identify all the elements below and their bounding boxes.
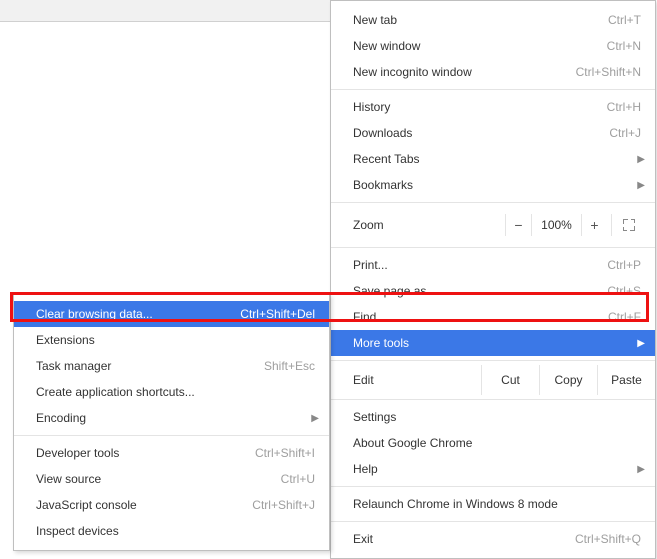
menu-more-tools[interactable]: More tools ▶ <box>331 330 655 356</box>
shortcut: Ctrl+U <box>281 472 315 486</box>
shortcut: Ctrl+F <box>608 310 641 324</box>
menu-exit[interactable]: Exit Ctrl+Shift+Q <box>331 526 655 552</box>
label: View source <box>36 472 281 486</box>
submenu-task-manager[interactable]: Task manager Shift+Esc <box>14 353 329 379</box>
shortcut: Ctrl+Shift+J <box>252 498 315 512</box>
label: Relaunch Chrome in Windows 8 mode <box>353 497 641 511</box>
separator <box>331 89 655 90</box>
shortcut: Ctrl+Shift+N <box>576 65 641 79</box>
menu-new-tab[interactable]: New tab Ctrl+T <box>331 7 655 33</box>
menu-recent-tabs[interactable]: Recent Tabs ▶ <box>331 146 655 172</box>
submenu-arrow-icon: ▶ <box>637 180 645 191</box>
zoom-label: Zoom <box>353 218 505 232</box>
menu-new-window[interactable]: New window Ctrl+N <box>331 33 655 59</box>
shortcut: Ctrl+Shift+Q <box>575 532 641 546</box>
paste-button[interactable]: Paste <box>597 365 655 395</box>
menu-bookmarks[interactable]: Bookmarks ▶ <box>331 172 655 198</box>
menu-new-incognito[interactable]: New incognito window Ctrl+Shift+N <box>331 59 655 85</box>
label: Exit <box>353 532 575 546</box>
label: Create application shortcuts... <box>36 385 315 399</box>
label: Settings <box>353 410 641 424</box>
label: Task manager <box>36 359 264 373</box>
zoom-out-button[interactable]: − <box>505 214 531 236</box>
menu-save-as[interactable]: Save page as... Ctrl+S <box>331 278 655 304</box>
more-tools-submenu: Clear browsing data... Ctrl+Shift+Del Ex… <box>13 294 330 551</box>
menu-relaunch-win8[interactable]: Relaunch Chrome in Windows 8 mode <box>331 491 655 517</box>
shortcut: Ctrl+T <box>608 13 641 27</box>
label: JavaScript console <box>36 498 252 512</box>
shortcut: Shift+Esc <box>264 359 315 373</box>
submenu-clear-browsing-data[interactable]: Clear browsing data... Ctrl+Shift+Del <box>14 301 329 327</box>
label: About Google Chrome <box>353 436 641 450</box>
zoom-value: 100% <box>531 214 581 236</box>
label: More tools <box>353 336 641 350</box>
label: Find... <box>353 310 608 324</box>
shortcut: Ctrl+Shift+I <box>255 446 315 460</box>
submenu-developer-tools[interactable]: Developer tools Ctrl+Shift+I <box>14 440 329 466</box>
copy-button[interactable]: Copy <box>539 365 597 395</box>
shortcut: Ctrl+P <box>607 258 641 272</box>
submenu-arrow-icon: ▶ <box>311 413 319 424</box>
shortcut: Ctrl+S <box>607 284 641 298</box>
separator <box>331 399 655 400</box>
label: Save page as... <box>353 284 607 298</box>
submenu-view-source[interactable]: View source Ctrl+U <box>14 466 329 492</box>
menu-print[interactable]: Print... Ctrl+P <box>331 252 655 278</box>
edit-row: Edit Cut Copy Paste <box>331 365 655 395</box>
label: History <box>353 100 607 114</box>
menu-downloads[interactable]: Downloads Ctrl+J <box>331 120 655 146</box>
label: Extensions <box>36 333 315 347</box>
zoom-row: Zoom − 100% + <box>331 207 655 243</box>
menu-history[interactable]: History Ctrl+H <box>331 94 655 120</box>
fullscreen-icon <box>623 219 635 231</box>
separator <box>331 247 655 248</box>
separator <box>331 521 655 522</box>
shortcut: Ctrl+N <box>607 39 641 53</box>
label: New incognito window <box>353 65 576 79</box>
menu-about[interactable]: About Google Chrome <box>331 430 655 456</box>
label: Inspect devices <box>36 524 315 538</box>
label: New window <box>353 39 607 53</box>
submenu-encoding[interactable]: Encoding ▶ <box>14 405 329 431</box>
separator <box>14 435 329 436</box>
submenu-arrow-icon: ▶ <box>637 338 645 349</box>
fullscreen-button[interactable] <box>611 214 645 236</box>
shortcut: Ctrl+Shift+Del <box>240 307 315 321</box>
edit-label: Edit <box>331 365 481 395</box>
browser-toolbar-stub <box>0 0 330 22</box>
label: Recent Tabs <box>353 152 641 166</box>
label: Print... <box>353 258 607 272</box>
chrome-main-menu: New tab Ctrl+T New window Ctrl+N New inc… <box>330 0 656 559</box>
shortcut: Ctrl+J <box>609 126 641 140</box>
label: Bookmarks <box>353 178 641 192</box>
label: Clear browsing data... <box>36 307 240 321</box>
label: Encoding <box>36 411 315 425</box>
submenu-create-shortcuts[interactable]: Create application shortcuts... <box>14 379 329 405</box>
menu-find[interactable]: Find... Ctrl+F <box>331 304 655 330</box>
cut-button[interactable]: Cut <box>481 365 539 395</box>
menu-help[interactable]: Help ▶ <box>331 456 655 482</box>
submenu-js-console[interactable]: JavaScript console Ctrl+Shift+J <box>14 492 329 518</box>
separator <box>331 360 655 361</box>
separator <box>331 486 655 487</box>
submenu-inspect-devices[interactable]: Inspect devices <box>14 518 329 544</box>
separator <box>331 202 655 203</box>
zoom-in-button[interactable]: + <box>581 214 607 236</box>
shortcut: Ctrl+H <box>607 100 641 114</box>
submenu-arrow-icon: ▶ <box>637 154 645 165</box>
label: Downloads <box>353 126 609 140</box>
submenu-extensions[interactable]: Extensions <box>14 327 329 353</box>
submenu-arrow-icon: ▶ <box>637 464 645 475</box>
label: Developer tools <box>36 446 255 460</box>
label: Help <box>353 462 641 476</box>
label: New tab <box>353 13 608 27</box>
menu-settings[interactable]: Settings <box>331 404 655 430</box>
